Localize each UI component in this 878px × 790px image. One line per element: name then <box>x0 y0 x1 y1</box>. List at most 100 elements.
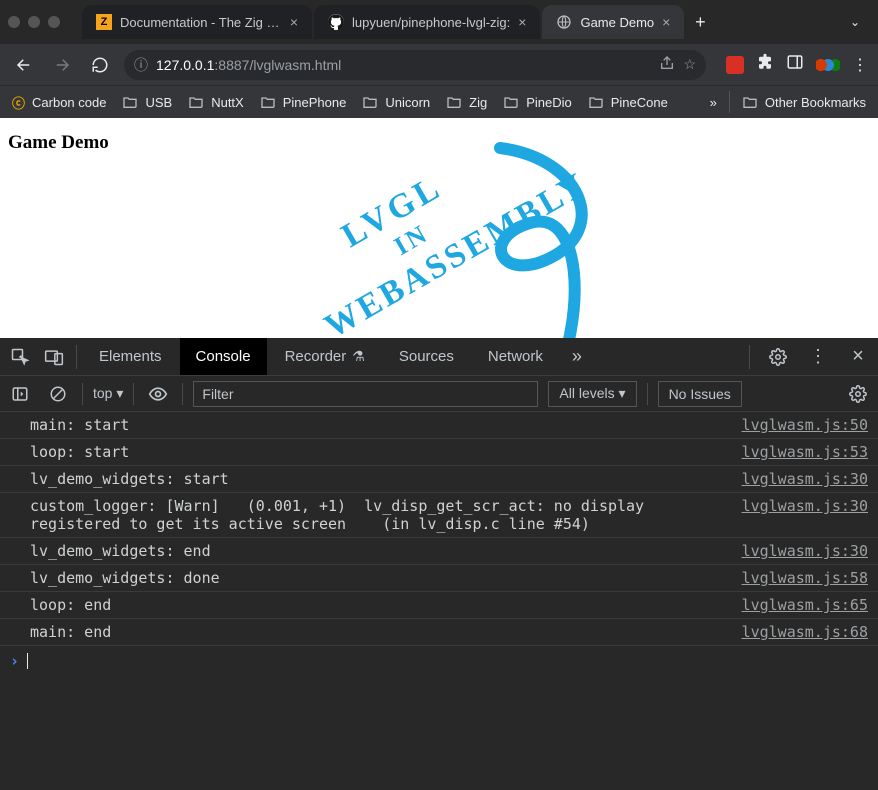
browser-tabstrip: Z Documentation - The Zig Pro × lupyuen/… <box>82 5 842 39</box>
side-panel-icon[interactable] <box>786 53 804 76</box>
other-bookmarks[interactable]: Other Bookmarks <box>742 94 866 110</box>
console-message-row[interactable]: lv_demo_widgets: done lvglwasm.js:58 <box>0 565 878 592</box>
console-message-row[interactable]: loop: end lvglwasm.js:65 <box>0 592 878 619</box>
folder-icon <box>362 94 378 110</box>
bookmark-folder-pinecone[interactable]: PineCone <box>588 94 668 110</box>
bookmark-label: PineDio <box>526 95 572 110</box>
bookmark-overflow[interactable]: » <box>710 95 717 110</box>
tab-label: Documentation - The Zig Pro <box>120 15 282 30</box>
viewport[interactable]: Game Demo LVGL IN WEBASSEMBLY <box>0 118 878 338</box>
minimize-dot[interactable] <box>28 16 40 28</box>
console-prompt[interactable]: › <box>0 646 878 676</box>
devtools-tab-network[interactable]: Network <box>472 338 559 375</box>
forward-button[interactable] <box>48 51 76 79</box>
log-levels-dropdown[interactable]: All levels ▾ <box>548 381 636 407</box>
tab-overflow-button[interactable]: ⌄ <box>850 15 860 29</box>
close-icon[interactable]: × <box>662 14 670 30</box>
window-controls <box>8 16 60 28</box>
console-controls: top ▾ Filter All levels ▾ No Issues <box>0 376 878 412</box>
clear-console-icon[interactable] <box>44 380 72 408</box>
console-message-row[interactable]: custom_logger: [Warn] (0.001, +1) lv_dis… <box>0 493 878 538</box>
console-message-row[interactable]: main: end lvglwasm.js:68 <box>0 619 878 646</box>
devtools-tab-console[interactable]: Console <box>180 338 267 375</box>
console-message-row[interactable]: loop: start lvglwasm.js:53 <box>0 439 878 466</box>
console-message-source-link[interactable]: lvglwasm.js:58 <box>742 569 868 587</box>
bookmark-folder-pinedio[interactable]: PineDio <box>503 94 572 110</box>
bookmark-label: Carbon code <box>32 95 106 110</box>
devtools-tab-recorder[interactable]: Recorder ⚗ <box>269 338 381 375</box>
bookmark-folder-nuttx[interactable]: NuttX <box>188 94 244 110</box>
tab-game-demo[interactable]: Game Demo × <box>542 5 684 39</box>
tab-github[interactable]: lupyuen/pinephone-lvgl-zig: × <box>314 5 540 39</box>
console-message-source-link[interactable]: lvglwasm.js:68 <box>742 623 868 641</box>
beaker-icon: ⚗ <box>352 348 365 365</box>
console-message-source-link[interactable]: lvglwasm.js:65 <box>742 596 868 614</box>
maximize-dot[interactable] <box>48 16 60 28</box>
folder-icon <box>446 94 462 110</box>
console-message-text: main: start <box>30 416 726 434</box>
inspect-element-icon[interactable] <box>4 341 36 373</box>
console-message-source-link[interactable]: lvglwasm.js:30 <box>742 497 868 533</box>
site-info-icon[interactable]: ⓘ <box>134 55 148 75</box>
bookmark-carbon-code[interactable]: ⓒ Carbon code <box>12 93 106 112</box>
separator <box>182 383 183 405</box>
share-icon[interactable] <box>659 55 675 74</box>
tab-zig-docs[interactable]: Z Documentation - The Zig Pro × <box>82 5 312 39</box>
devtools-tab-sources[interactable]: Sources <box>383 338 470 375</box>
bookmark-folder-unicorn[interactable]: Unicorn <box>362 94 430 110</box>
console-message-text: loop: start <box>30 443 726 461</box>
tab-label: Recorder <box>285 348 347 365</box>
console-message-text: loop: end <box>30 596 726 614</box>
console-sidebar-toggle-icon[interactable] <box>6 380 34 408</box>
bookmark-star-icon[interactable]: ☆ <box>683 56 696 73</box>
console-message-row[interactable]: main: start lvglwasm.js:50 <box>0 412 878 439</box>
reload-button[interactable] <box>86 51 114 79</box>
extension-icon[interactable] <box>726 56 744 74</box>
devtools-panel: Elements Console Recorder ⚗ Sources Netwo… <box>0 338 878 790</box>
bookmark-label: Unicorn <box>385 95 430 110</box>
context-selector[interactable]: top ▾ <box>93 385 123 402</box>
profile-avatar-stack[interactable] <box>816 56 840 74</box>
folder-icon <box>503 94 519 110</box>
close-window-dot[interactable] <box>8 16 20 28</box>
separator <box>76 345 77 369</box>
back-button[interactable] <box>10 51 38 79</box>
close-icon[interactable]: × <box>518 14 526 30</box>
console-settings-gear-icon[interactable] <box>844 380 872 408</box>
bookmarks-bar: ⓒ Carbon code USB NuttX PinePhone Unicor… <box>0 85 878 118</box>
zig-favicon: Z <box>96 14 112 30</box>
bookmark-favicon: ⓒ <box>12 93 25 112</box>
console-message-source-link[interactable]: lvglwasm.js:50 <box>742 416 868 434</box>
console-message-source-link[interactable]: lvglwasm.js:30 <box>742 542 868 560</box>
console-output[interactable]: main: start lvglwasm.js:50 loop: start lvgl… <box>0 412 878 790</box>
filter-placeholder: Filter <box>202 386 233 402</box>
kebab-menu-icon[interactable]: ⋮ <box>852 55 868 75</box>
bookmark-label: Zig <box>469 95 487 110</box>
bookmark-label: PineCone <box>611 95 668 110</box>
console-message-row[interactable]: lv_demo_widgets: endlvglwasm.js:30 <box>0 538 878 565</box>
bookmark-folder-pinephone[interactable]: PinePhone <box>260 94 347 110</box>
device-toggle-icon[interactable] <box>38 341 70 373</box>
bookmark-folder-zig[interactable]: Zig <box>446 94 487 110</box>
live-expression-icon[interactable] <box>144 380 172 408</box>
devtools-tabs-overflow[interactable]: » <box>561 341 593 373</box>
kebab-icon[interactable]: ⋮ <box>802 341 834 373</box>
new-tab-button[interactable]: + <box>686 8 714 36</box>
console-message-source-link[interactable]: lvglwasm.js:53 <box>742 443 868 461</box>
extensions-puzzle-icon[interactable] <box>756 53 774 76</box>
console-message-source-link[interactable]: lvglwasm.js:30 <box>742 470 868 488</box>
address-bar[interactable]: ⓘ 127.0.0.1:8887/lvglwasm.html ☆ <box>124 50 706 80</box>
bookmark-label: PinePhone <box>283 95 347 110</box>
separator <box>647 383 648 405</box>
devtools-tab-elements[interactable]: Elements <box>83 338 178 375</box>
bookmark-folder-usb[interactable]: USB <box>122 94 172 110</box>
console-filter-input[interactable]: Filter <box>193 381 538 407</box>
svg-text:LVGL: LVGL <box>336 168 449 255</box>
console-message-text: lv_demo_widgets: done <box>30 569 726 587</box>
console-message-text: main: end <box>30 623 726 641</box>
console-message-row[interactable]: lv_demo_widgets: startlvglwasm.js:30 <box>0 466 878 493</box>
close-icon[interactable]: × <box>290 14 298 30</box>
no-issues-button[interactable]: No Issues <box>658 381 742 407</box>
close-devtools-icon[interactable]: × <box>842 341 874 373</box>
gear-icon[interactable] <box>762 341 794 373</box>
